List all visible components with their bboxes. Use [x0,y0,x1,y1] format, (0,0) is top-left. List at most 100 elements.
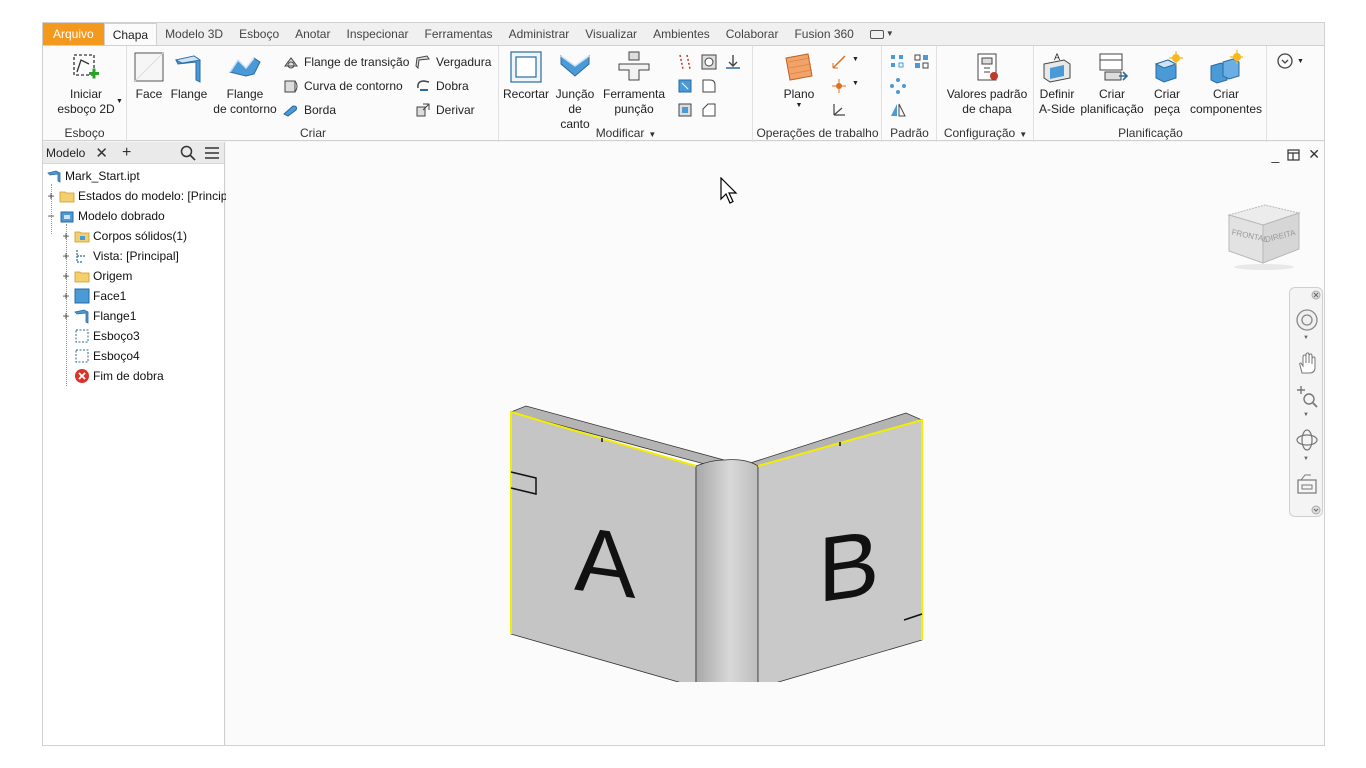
tab-arquivo[interactable]: Arquivo [43,23,104,45]
expand-icon[interactable]: + [61,269,71,283]
flange-button[interactable]: Flange [169,50,209,102]
corner-relief-icon[interactable] [676,101,694,119]
tab-ferramentas[interactable]: Ferramentas [417,23,501,45]
tab-colaborar[interactable]: Colaborar [718,23,787,45]
contour-roll-icon [284,80,298,93]
zoom-icon[interactable] [1295,384,1319,408]
work-axis-icon[interactable] [830,53,848,71]
restore-icon[interactable] [1287,148,1300,161]
collapse-icon[interactable]: − [46,209,56,223]
viewcube[interactable]: FRONTAL DIREITA [1223,197,1303,272]
tree-item-label: Esboço3 [93,329,140,343]
lofted-flange-button[interactable]: Vergadura [415,52,491,72]
tab-inspecionar[interactable]: Inspecionar [338,23,416,45]
tree-item-model-states[interactable]: + Estados do modelo: [Principal] [46,186,240,206]
sheet-metal-defaults-button[interactable]: Valores padrão de chapa [946,50,1028,117]
steering-wheel-icon[interactable] [1295,308,1319,332]
contour-flange-label: Flange de contorno [213,87,277,116]
panel-title-modificar[interactable]: Modificar ▼ [500,126,752,140]
expand-icon[interactable]: + [61,309,71,323]
plane-button[interactable]: Plano ▼ [776,50,822,110]
sheet-metal-model[interactable]: A B [506,382,926,682]
tree-item-face1[interactable]: + Face1 [61,286,126,306]
fold-label: Dobra [436,79,469,93]
pan-hand-icon[interactable] [1295,352,1319,376]
face-button[interactable]: Face [132,50,166,102]
panel-title-configuracao[interactable]: Configuração ▼ [938,126,1033,140]
tab-anotar[interactable]: Anotar [287,23,338,45]
close-icon[interactable]: ✕ [95,144,108,162]
transition-flange-button[interactable]: Flange de transição [283,52,409,72]
hem-button[interactable]: Borda [283,100,336,120]
mouse-cursor-icon [720,177,738,204]
contour-flange-button[interactable]: Flange de contorno [212,50,278,117]
corner-round-icon[interactable] [700,77,718,95]
tab-administrar[interactable]: Administrar [501,23,578,45]
create-flat-pattern-button[interactable]: Criar planificação [1079,50,1145,117]
expand-icon[interactable]: + [46,189,56,203]
tree-item-sketch4[interactable]: Esboço4 [74,346,140,366]
graphics-viewport[interactable]: _ ✕ FRONTAL DIREITA ▼ ▼ ▼ A B [226,142,1324,745]
ribbon-display-options-button[interactable]: ▼ [862,23,902,45]
punch-tool-button[interactable]: Ferramenta punção [602,50,666,117]
rip-icon[interactable] [676,53,694,71]
expand-icon[interactable]: + [61,289,71,303]
create-components-button[interactable]: Criar componentes [1189,50,1263,117]
tab-fusion-360[interactable]: Fusion 360 [786,23,861,45]
contour-roll-button[interactable]: Curva de contorno [283,76,403,96]
browser-tab-model[interactable]: Modelo [46,146,85,160]
add-browser-tab-icon[interactable]: + [122,144,131,162]
tab-modelo-3d[interactable]: Modelo 3D [157,23,231,45]
navbar-options-icon[interactable] [1311,505,1321,515]
tab-esboco[interactable]: Esboço [231,23,287,45]
minimize-icon[interactable]: _ [1271,147,1279,163]
tree-item-end-of-folded[interactable]: Fim de dobra [74,366,164,386]
corner-seam-button[interactable]: Junção de canto [552,50,598,132]
expand-icon[interactable]: + [61,249,71,263]
tab-visualizar[interactable]: Visualizar [577,23,645,45]
derive-button[interactable]: Derivar [415,100,475,120]
search-icon[interactable] [180,145,196,161]
cut-button[interactable]: Recortar [502,50,550,102]
fold-icon [417,80,430,91]
chevron-down-icon[interactable]: ▼ [1303,335,1309,341]
tree-item-flange1[interactable]: + Flange1 [61,306,136,326]
tree-item-part-file[interactable]: Mark_Start.ipt [46,166,140,186]
work-point-icon[interactable] [830,77,848,95]
orbit-icon[interactable] [1295,428,1319,452]
tree-item-label: Estados do modelo: [Principal] [78,189,241,203]
refold-icon[interactable] [724,53,742,71]
tree-item-view[interactable]: + Vista: [Principal] [61,246,178,266]
mirror-icon[interactable] [889,101,907,119]
bend-icon[interactable] [676,77,694,95]
circular-pattern-icon[interactable] [889,77,907,95]
tab-chapa[interactable]: Chapa [103,23,158,45]
add-ins-button[interactable]: ▼ [1276,52,1304,70]
close-icon[interactable] [1311,290,1321,300]
look-at-icon[interactable] [1295,472,1319,496]
create-part-button[interactable]: Criar peça [1147,50,1187,117]
pattern-icon[interactable] [913,53,931,71]
menu-icon[interactable] [204,145,220,161]
tree-item-folded-model[interactable]: − Modelo dobrado [46,206,164,226]
chevron-down-icon[interactable]: ▼ [1303,456,1309,462]
unfold-icon[interactable] [700,53,718,71]
ucs-icon[interactable] [830,101,848,119]
expand-icon[interactable]: + [61,229,71,243]
browser-header: Modelo ✕ + [43,142,224,164]
panel-modificar: Recortar Junção de canto Ferramenta punç… [500,46,753,142]
navigation-bar: ▼ ▼ ▼ [1289,287,1323,517]
fold-button[interactable]: Dobra [415,76,469,96]
tree-item-sketch3[interactable]: Esboço3 [74,326,140,346]
tab-ambientes[interactable]: Ambientes [645,23,718,45]
define-a-side-button[interactable]: A Definir A-Side [1037,50,1077,117]
cut-icon [510,51,542,83]
chevron-down-icon[interactable]: ▼ [1303,412,1309,418]
corner-chamfer-icon[interactable] [700,101,718,119]
tree-item-solid-bodies[interactable]: + Corpos sólidos(1) [61,226,187,246]
tree-item-origin[interactable]: + Origem [61,266,132,286]
rectangular-pattern-icon[interactable] [889,53,907,71]
sheet-metal-part-icon [47,170,61,183]
start-2d-sketch-button[interactable]: Iniciar esboço 2D [55,50,117,117]
close-icon[interactable]: ✕ [1308,146,1320,163]
